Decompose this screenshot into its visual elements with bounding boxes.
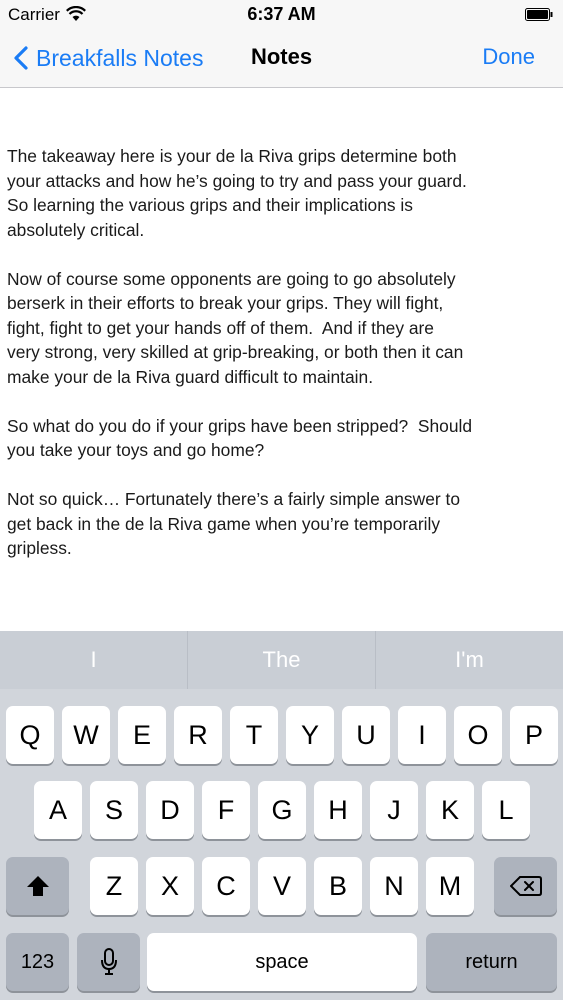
chevron-left-icon xyxy=(14,46,28,70)
key-v[interactable]: V xyxy=(258,857,306,915)
key-j[interactable]: J xyxy=(370,781,418,839)
dictation-key[interactable] xyxy=(77,933,140,991)
delete-icon xyxy=(509,876,542,896)
done-button[interactable]: Done xyxy=(482,44,535,70)
battery-icon xyxy=(525,8,553,21)
key-t[interactable]: T xyxy=(230,706,278,764)
key-x[interactable]: X xyxy=(146,857,194,915)
key-s[interactable]: S xyxy=(90,781,138,839)
key-o[interactable]: O xyxy=(454,706,502,764)
back-button[interactable]: Breakfalls Notes xyxy=(14,40,203,76)
note-text-area[interactable]: The takeaway here is your de la Riva gri… xyxy=(7,144,552,624)
note-paragraph: Not so quick… Fortunately there’s a fair… xyxy=(7,489,460,558)
key-k[interactable]: K xyxy=(426,781,474,839)
navigation-bar: Breakfalls Notes Notes Done xyxy=(0,30,563,88)
keyboard: I The I'm Q W E R T Y U I O P A S D F G … xyxy=(0,631,563,1000)
suggestion-item[interactable]: I xyxy=(0,631,187,689)
delete-key[interactable] xyxy=(494,857,557,915)
key-y[interactable]: Y xyxy=(286,706,334,764)
suggestion-item[interactable]: I'm xyxy=(375,631,563,689)
key-d[interactable]: D xyxy=(146,781,194,839)
back-button-label: Breakfalls Notes xyxy=(36,44,204,71)
key-w[interactable]: W xyxy=(62,706,110,764)
key-c[interactable]: C xyxy=(202,857,250,915)
key-l[interactable]: L xyxy=(482,781,530,839)
key-q[interactable]: Q xyxy=(6,706,54,764)
note-paragraph: So what do you do if your grips have bee… xyxy=(7,415,473,461)
key-f[interactable]: F xyxy=(202,781,250,839)
status-time: 6:37 AM xyxy=(247,4,316,24)
suggestion-item[interactable]: The xyxy=(187,631,375,689)
key-h[interactable]: H xyxy=(314,781,362,839)
key-r[interactable]: R xyxy=(174,706,222,764)
key-p[interactable]: P xyxy=(510,706,558,764)
key-n[interactable]: N xyxy=(370,857,418,915)
note-paragraph: Now of course some opponents are going t… xyxy=(7,268,464,387)
note-paragraph: The takeaway here is your de la Riva gri… xyxy=(7,146,467,240)
key-u[interactable]: U xyxy=(342,706,390,764)
key-e[interactable]: E xyxy=(118,706,166,764)
space-key[interactable]: space xyxy=(147,933,417,991)
key-g[interactable]: G xyxy=(258,781,306,839)
shift-key[interactable] xyxy=(6,857,69,915)
key-m[interactable]: M xyxy=(426,857,474,915)
shift-icon xyxy=(26,876,49,896)
numbers-key[interactable]: 123 xyxy=(6,933,69,991)
key-a[interactable]: A xyxy=(34,781,82,839)
key-i[interactable]: I xyxy=(398,706,446,764)
status-bar: Carrier 6:37 AM xyxy=(0,0,563,30)
microphone-icon xyxy=(100,948,117,975)
suggestion-bar: I The I'm xyxy=(0,631,563,689)
key-b[interactable]: B xyxy=(314,857,362,915)
key-z[interactable]: Z xyxy=(90,857,138,915)
return-key[interactable]: return xyxy=(426,933,557,991)
